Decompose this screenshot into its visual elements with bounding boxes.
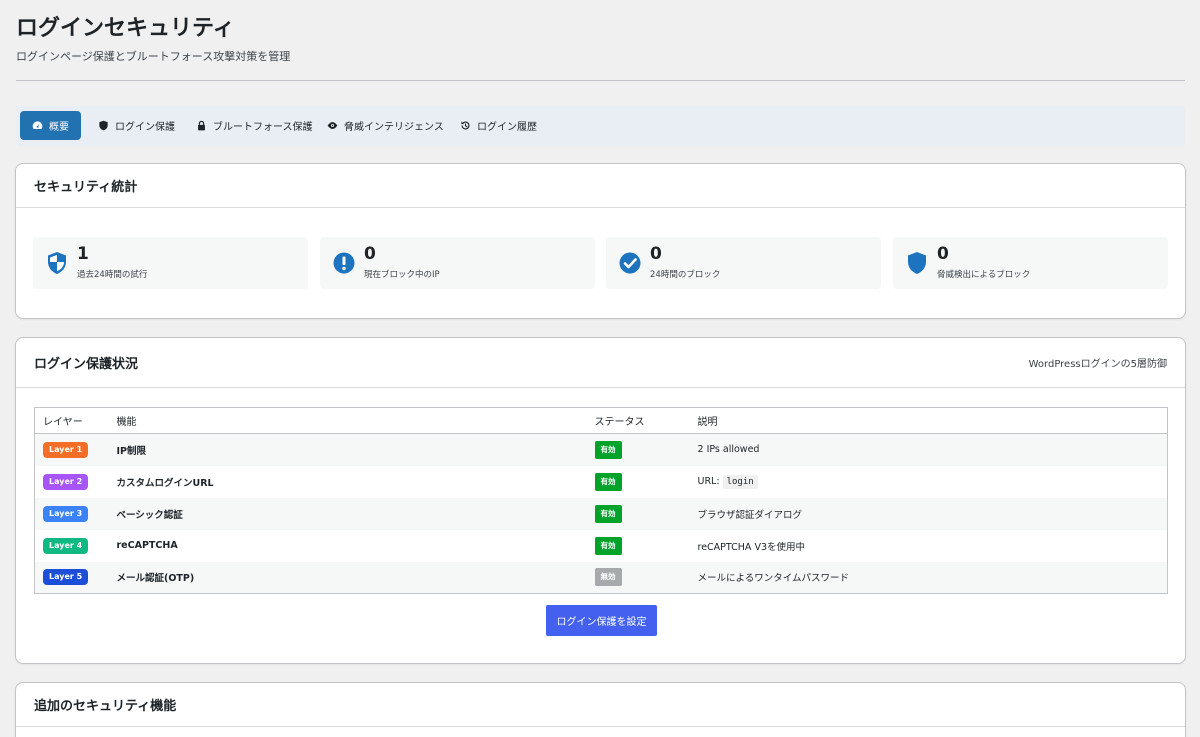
stat-value: 1 (77, 244, 89, 264)
card-title: 追加のセキュリティ機能 (34, 699, 177, 714)
shield-half-icon (48, 252, 66, 274)
status-badge: 有効 (594, 440, 622, 459)
stat-threat-blocks: 0 脅威検出によるブロック (893, 237, 1168, 289)
description-cell: URL: login (689, 465, 1168, 498)
status-cell: 有効 (586, 433, 690, 466)
stat-label: 現在ブロック中のIP (364, 270, 440, 280)
exclamation-circle-icon (333, 252, 355, 274)
column-header-description: 説明 (689, 407, 1168, 434)
shield-icon (908, 252, 926, 274)
layer-badge: Layer 1 (43, 441, 89, 458)
card-title: ログイン保護状況 (34, 357, 139, 372)
card-title: セキュリティ統計 (34, 180, 138, 195)
shield-icon (99, 120, 108, 131)
stat-blocked-ips: 0 現在ブロック中のIP (320, 237, 595, 289)
protection-layers-table: レイヤー 機能 ステータス 説明 Layer 1 IP制限 有効 2 IPs allo… (34, 407, 1168, 594)
page-subtitle: ログインページ保護とブルートフォース攻撃対策を管理 (16, 50, 291, 63)
tab-label: ログイン保護 (115, 122, 175, 133)
column-header-layer: レイヤー (34, 407, 109, 434)
layer-badge: Layer 5 (43, 569, 89, 586)
description-cell: ブラウザ認証ダイアログ (689, 497, 1168, 530)
login-protection-card: ログイン保護状況 WordPressログインの5層防御 レイヤー 機能 ステータ… (15, 337, 1186, 664)
tab-login-protection[interactable]: ログイン保護 (86, 111, 187, 140)
table-row: Layer 2 カスタムログインURL 有効 URL: login (34, 465, 1168, 498)
card-header: 追加のセキュリティ機能 (16, 683, 1185, 727)
status-badge: 有効 (594, 472, 622, 491)
layer-badge: Layer 3 (43, 505, 89, 522)
stat-blocks-24h: 0 24時間のブロック (606, 237, 881, 289)
table-header-row: レイヤー 機能 ステータス 説明 (34, 407, 1168, 434)
feature-cell: IP制限 (108, 433, 587, 466)
column-header-status: ステータス (586, 407, 690, 434)
tab-label: 概要 (49, 122, 69, 133)
table-body: Layer 1 IP制限 有効 2 IPs allowed Layer 2 カスタムログイ… (34, 433, 1168, 594)
table-row: Layer 5 メール認証(OTP) 無効 メールによるワンタイムパスワード (34, 561, 1168, 594)
status-badge: 有効 (594, 504, 622, 523)
description-text: URL: (697, 476, 723, 487)
layer-cell: Layer 4 (34, 529, 109, 562)
table-row: Layer 3 ベーシック認証 有効 ブラウザ認証ダイアログ (34, 497, 1168, 530)
additional-features-card: 追加のセキュリティ機能 (15, 682, 1186, 737)
feature-cell: reCAPTCHA (108, 529, 587, 562)
tab-label: ブルートフォース保護 (213, 122, 313, 133)
description-text: reCAPTCHA V3を使用中 (697, 541, 806, 553)
status-cell: 有効 (586, 497, 690, 530)
layer-badge: Layer 2 (43, 473, 89, 490)
feature-cell: ベーシック認証 (108, 497, 587, 530)
card-header: ログイン保護状況 WordPressログインの5層防御 (16, 338, 1185, 388)
layer-badge: Layer 4 (43, 537, 89, 554)
stat-value: 0 (937, 244, 949, 264)
tab-label: ログイン履歴 (477, 122, 537, 133)
history-icon (461, 121, 470, 130)
card-header: セキュリティ統計 (16, 164, 1185, 208)
configure-login-protection-button[interactable]: ログイン保護を設定 (546, 605, 657, 636)
layer-cell: Layer 1 (34, 433, 109, 466)
description-cell: メールによるワンタイムパスワード (689, 561, 1168, 594)
dashboard-icon (32, 121, 43, 129)
feature-cell: メール認証(OTP) (108, 561, 587, 594)
table-row: Layer 1 IP制限 有効 2 IPs allowed (34, 433, 1168, 466)
status-cell: 有効 (586, 529, 690, 562)
description-text: 2 IPs allowed (697, 444, 760, 456)
tab-login-history[interactable]: ログイン履歴 (448, 111, 549, 140)
table-row: Layer 4 reCAPTCHA 有効 reCAPTCHA V3を使用中 (34, 529, 1168, 562)
tab-bar: 概要 ログイン保護 ブルートフォース保護 脅威インテリジェンス ログイン履歴 (16, 106, 1185, 146)
description-cell: 2 IPs allowed (689, 433, 1168, 466)
tab-label: 脅威インテリジェンス (344, 122, 444, 133)
description-text: ブラウザ認証ダイアログ (697, 509, 803, 521)
tab-overview[interactable]: 概要 (20, 111, 81, 140)
stat-value: 0 (650, 244, 662, 264)
tab-threat-intelligence[interactable]: 脅威インテリジェンス (315, 111, 456, 140)
stat-value: 0 (364, 244, 376, 264)
login-url-code: login (722, 475, 758, 489)
status-badge: 無効 (594, 568, 622, 587)
layer-cell: Layer 2 (34, 465, 109, 498)
stat-label: 過去24時間の試行 (77, 270, 148, 280)
feature-cell: カスタムログインURL (108, 465, 587, 498)
tab-brute-force[interactable]: ブルートフォース保護 (184, 111, 325, 140)
status-cell: 無効 (586, 561, 690, 594)
stat-label: 脅威検出によるブロック (937, 270, 1031, 280)
page-title: ログインセキュリティ (16, 16, 235, 41)
status-badge: 有効 (594, 536, 622, 555)
stat-label: 24時間のブロック (650, 270, 721, 280)
column-header-feature: 機能 (108, 407, 587, 434)
status-cell: 有効 (586, 465, 690, 498)
stat-attempts-24h: 1 過去24時間の試行 (33, 237, 308, 289)
check-circle-icon (619, 252, 641, 274)
description-text: メールによるワンタイムパスワード (697, 573, 850, 585)
card-note: WordPressログインの5層防御 (1028, 359, 1167, 370)
security-stats-card: セキュリティ統計 1 過去24時間の試行 0 現在ブロック中のIP 0 24時間… (15, 163, 1186, 319)
eye-icon (327, 122, 338, 129)
description-cell: reCAPTCHA V3を使用中 (689, 529, 1168, 562)
title-divider (16, 80, 1185, 81)
lock-icon (198, 120, 205, 131)
layer-cell: Layer 5 (34, 561, 109, 594)
layer-cell: Layer 3 (34, 497, 109, 530)
